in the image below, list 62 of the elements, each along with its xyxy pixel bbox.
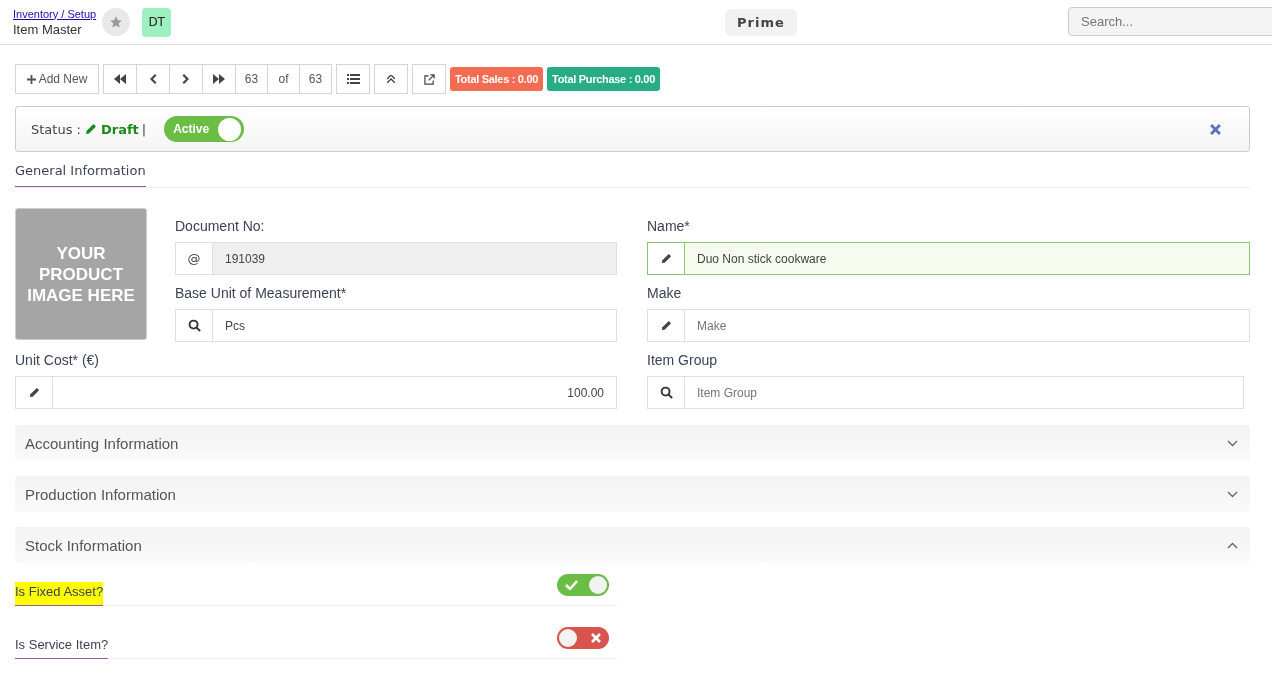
search-icon (659, 386, 673, 399)
page-title: Item Master (13, 21, 83, 37)
record-number: 63 (235, 64, 268, 94)
input-field[interactable]: 100.00 (53, 376, 617, 409)
last-record-button[interactable] (202, 64, 236, 94)
of-label: of (267, 64, 300, 94)
input-field[interactable]: Item Group (685, 376, 1244, 409)
list-button[interactable] (336, 64, 370, 94)
pencil-icon (28, 387, 40, 398)
chevron-down-icon (1227, 439, 1238, 447)
user-avatar[interactable]: DT (142, 7, 172, 37)
add-new-button[interactable]: Add New (15, 64, 99, 94)
input-field[interactable]: Make (685, 309, 1250, 342)
field-label: Name* (647, 218, 691, 234)
field-label: Base Unit of Measurement* (175, 285, 348, 301)
at-sign: @ (187, 251, 201, 266)
input-field[interactable]: 191039 (213, 242, 617, 275)
section-tab[interactable]: General Information (15, 159, 146, 187)
separator-text: | (141, 121, 147, 137)
external-link-icon (423, 73, 435, 85)
check-icon (565, 580, 578, 590)
field-label: Make (647, 285, 683, 301)
accordion-header[interactable]: Stock Information (15, 527, 1250, 563)
accordion-header[interactable]: Production Information (15, 476, 1250, 512)
chevron-up-icon (1227, 541, 1238, 549)
toggle-switch[interactable] (557, 627, 609, 649)
double-left-icon (114, 74, 126, 84)
accordion-header[interactable]: Accounting Information (15, 425, 1250, 461)
total-sales-badge: Total Sales : 0.00 (450, 67, 544, 91)
search-field[interactable]: Search... (1068, 7, 1272, 36)
switch-label: Is Fixed Asset? (15, 582, 104, 606)
company-badge[interactable]: Prime (725, 8, 797, 36)
chevron-right-icon (182, 74, 190, 84)
pencil-icon (660, 253, 672, 264)
switch-label: Is Service Item? (15, 635, 109, 659)
double-right-icon (213, 74, 225, 84)
field-label: Item Group (647, 352, 719, 368)
toggle-switch[interactable] (557, 574, 609, 596)
list-icon (346, 74, 360, 84)
first-record-button[interactable] (103, 64, 137, 94)
status-label: Status : (31, 121, 81, 137)
double-up-icon (387, 75, 395, 83)
total-purchase-badge: Total Purchase : 0.00 (547, 67, 660, 91)
pencil-icon (84, 123, 97, 135)
pencil-icon (660, 320, 672, 331)
search-icon (187, 319, 201, 332)
open-external-button[interactable] (412, 64, 446, 94)
field-label: Unit Cost* (€) (15, 352, 101, 368)
input-field[interactable]: Duo Non stick cookware (685, 242, 1250, 275)
chevron-down-icon (1227, 490, 1238, 498)
breadcrumb-link[interactable]: Inventory / Setup (13, 7, 97, 20)
favorite-button[interactable] (102, 8, 131, 36)
input-field[interactable]: Pcs (213, 309, 617, 342)
star-icon (109, 15, 124, 29)
chevron-left-icon (149, 74, 157, 84)
plus-icon (26, 74, 36, 84)
record-total: 63 (299, 64, 332, 94)
field-label: Document No: (175, 218, 266, 234)
status-value: Draft (100, 121, 139, 137)
cross-icon (591, 633, 601, 643)
close-icon[interactable] (1210, 123, 1221, 135)
placeholder-text: YOUR PRODUCT IMAGE HERE (26, 242, 136, 306)
